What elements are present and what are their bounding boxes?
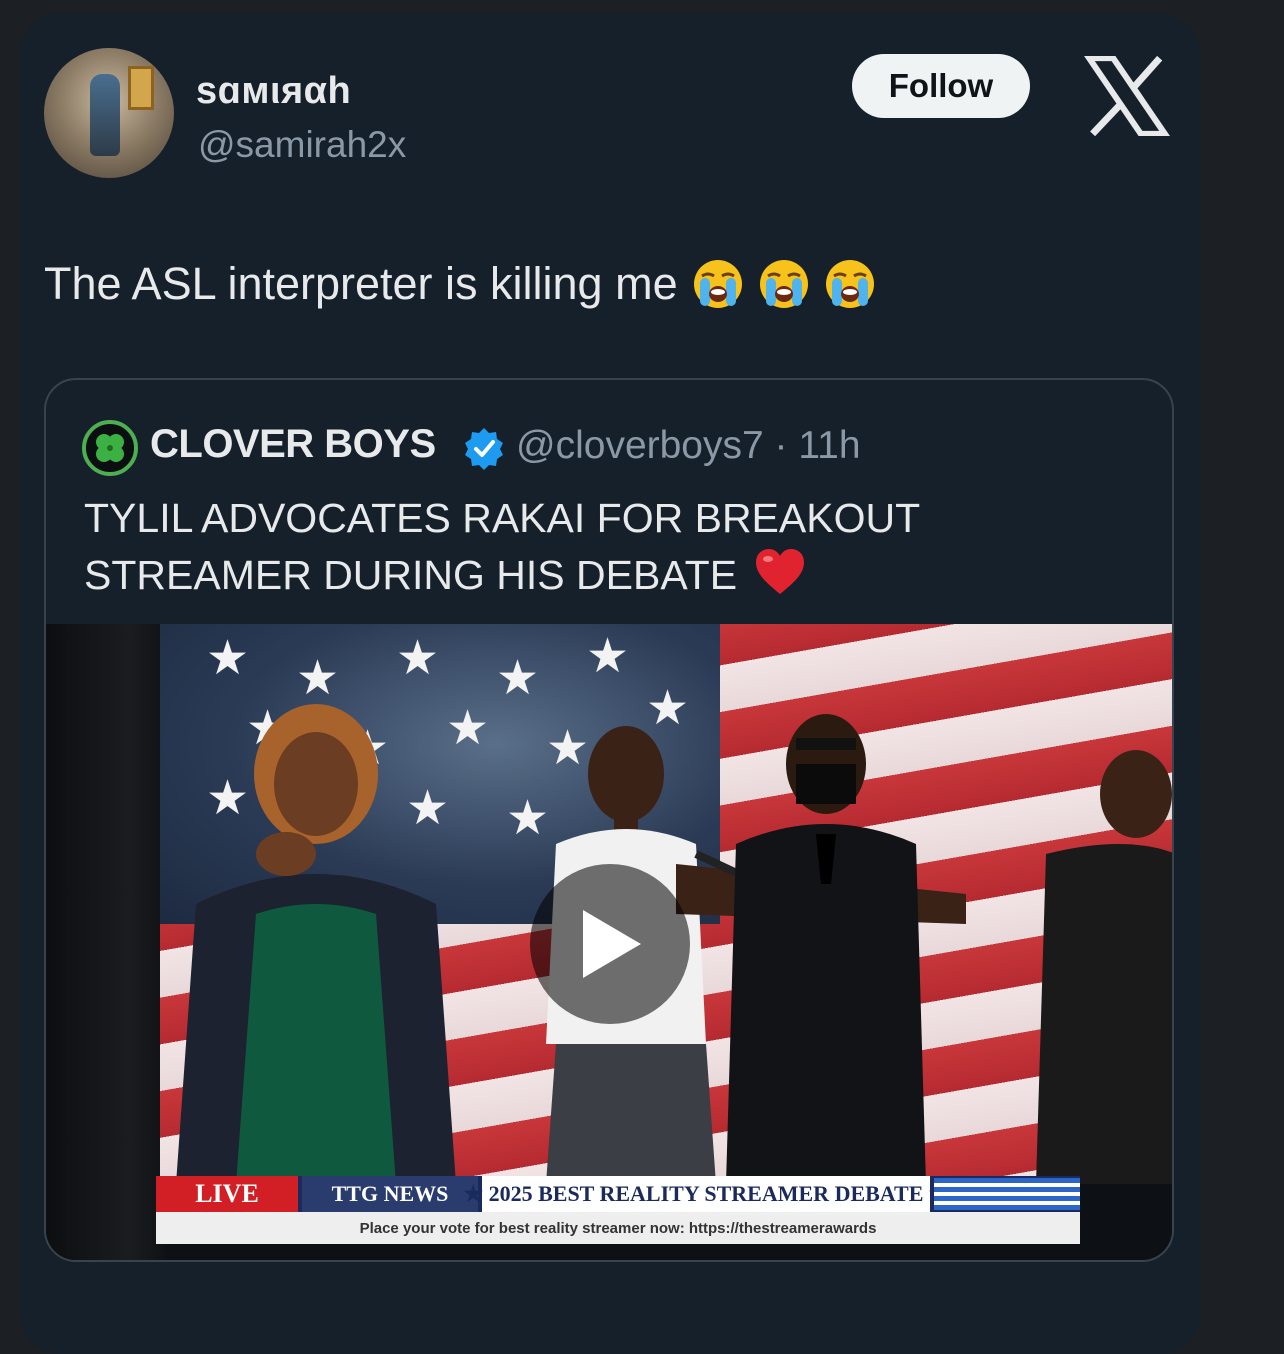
quoted-text-block: TYLIL ADVOCATES RAKAI FOR BREAKOUT STREA… (84, 490, 1144, 604)
follow-button[interactable]: Follow (852, 54, 1030, 118)
x-logo-icon[interactable] (1084, 56, 1170, 136)
quoted-meta: @cloverboys7 · 11h (516, 424, 861, 468)
red-heart-icon (756, 549, 805, 594)
quoted-display-name[interactable]: CLOVER BOYS (150, 422, 436, 467)
display-name[interactable]: sɑмιяαh (196, 70, 351, 113)
tweet-text: The ASL interpreter is killing me (44, 258, 678, 309)
loudly-crying-face-icon (693, 260, 742, 308)
bystander-figure (1036, 750, 1172, 1184)
quoted-post[interactable]: CLOVER BOYS @cloverboys7 · 11h TYLIL ADV… (44, 378, 1174, 1262)
user-handle[interactable]: @samirah2x (198, 124, 406, 166)
live-badge: LIVE (156, 1176, 298, 1212)
loudly-crying-face-icon (825, 260, 874, 308)
ticker-crawl: Place your vote for best reality streame… (156, 1212, 1080, 1244)
interpreter-figure (176, 704, 456, 1184)
quoted-avatar[interactable] (82, 420, 138, 476)
play-button[interactable] (530, 864, 690, 1024)
user-avatar[interactable] (44, 48, 174, 178)
quoted-time[interactable]: 11h (798, 424, 860, 467)
verified-badge-icon (465, 428, 503, 470)
meta-separator: · (774, 424, 788, 467)
quoted-handle[interactable]: @cloverboys7 (516, 424, 764, 467)
tweet-card: sɑмιяαh @samirah2x Follow The ASL interp… (20, 14, 1200, 1354)
four-leaf-clover-icon (96, 434, 124, 462)
ticker-headline: ★ 2025 BEST REALITY STREAMER DEBATE ★ (463, 1176, 949, 1212)
video-thumbnail[interactable]: ★ ★ ★ ★ ★ ★ ★ ★ ★ ★ ★ ★ ★ ★ (46, 624, 1172, 1260)
tweet-text-row: The ASL interpreter is killing me (44, 258, 876, 310)
loudly-crying-face-icon (759, 260, 808, 308)
security-guard-figure (726, 714, 926, 1184)
network-label: TTG NEWS (302, 1176, 478, 1212)
news-ticker: LIVE TTG NEWS ★ 2025 BEST REALITY STREAM… (156, 1176, 1080, 1246)
play-icon (583, 910, 641, 978)
